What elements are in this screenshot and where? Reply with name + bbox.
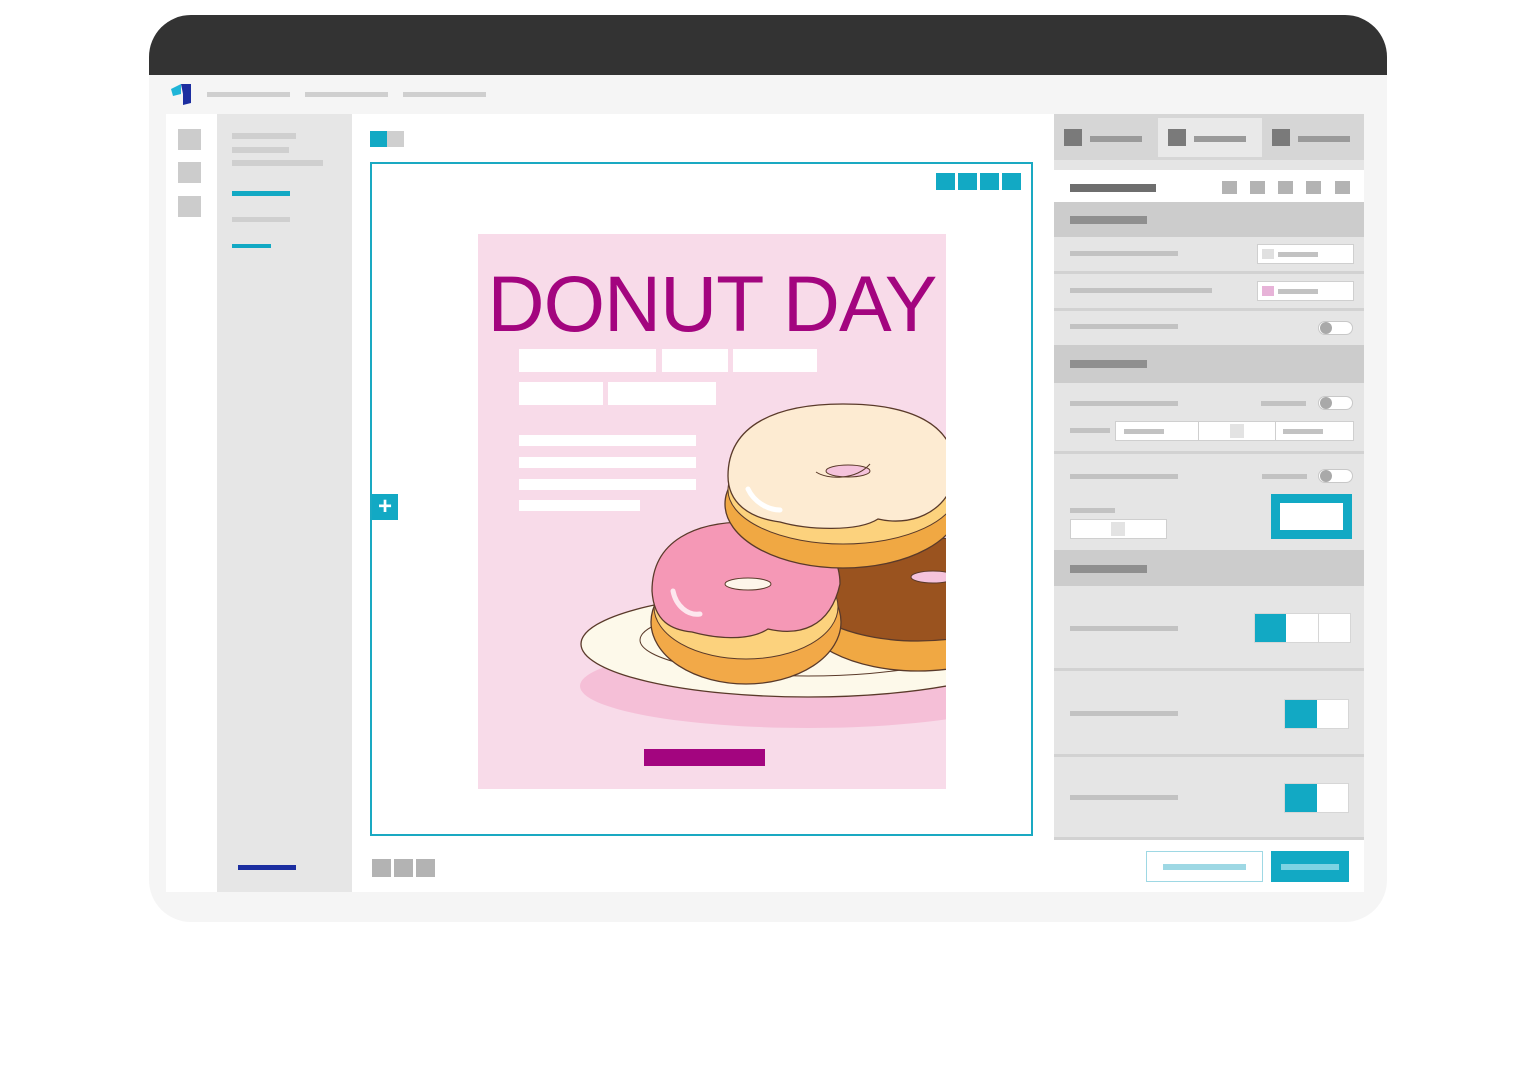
alignment-segmented-control[interactable] [1254,613,1351,643]
row-label [1070,795,1178,800]
size-stepper[interactable] [1070,519,1167,539]
tab-2-active[interactable] [1158,118,1262,157]
nav-line-3 [232,160,323,166]
tab-1[interactable] [1054,118,1158,157]
row-label [1070,474,1178,479]
link-icon[interactable] [1230,424,1244,438]
device-top-bezel [149,15,1387,75]
toolbar-button-1[interactable] [936,173,955,190]
row-value [1261,401,1306,406]
app-window: + DONUT DAY [166,114,1364,892]
color-swatch-2 [1262,286,1274,296]
panel-tool-1[interactable] [1222,181,1237,194]
menu-item-2[interactable] [305,92,388,97]
divider [1054,308,1364,311]
panel-tool-3[interactable] [1278,181,1293,194]
rail-icon-2[interactable] [178,162,201,183]
nav-line-2 [232,147,289,153]
canvas-footer-controls [372,859,435,877]
menu-item-1[interactable] [207,92,290,97]
divider [1054,451,1364,454]
panel-footer [1036,840,1364,892]
tab-2-label [1194,136,1246,142]
row-label [1070,508,1115,513]
canvas-toolbar [936,173,1022,190]
menu-item-3[interactable] [403,92,486,97]
color-field-2[interactable] [1257,281,1354,301]
row-label [1070,288,1212,293]
panel-tool-4[interactable] [1306,181,1321,194]
donuts-illustration [580,403,946,728]
row-label [1070,251,1178,256]
nav-footer-link[interactable] [238,865,296,870]
poster-cta-button[interactable] [644,749,765,766]
tab-3-label [1298,136,1350,142]
primary-button[interactable] [1271,851,1349,882]
panel-tool-5[interactable] [1335,181,1350,194]
toggle-switch[interactable] [1318,469,1353,483]
color-field-1[interactable] [1257,244,1354,264]
row-label [1070,626,1178,631]
tab-bar [1054,114,1364,160]
row-value [1262,474,1307,479]
nav-item-active[interactable] [232,191,290,196]
secondary-nav [217,114,352,892]
nav-item[interactable] [232,217,290,222]
tab-3[interactable] [1262,118,1366,157]
panel-tool-2[interactable] [1250,181,1265,194]
section-header-3[interactable] [1054,550,1364,586]
toggle-switch[interactable] [1318,396,1353,410]
rail-icon-3[interactable] [178,196,201,217]
divider [1054,271,1364,274]
app-logo-icon[interactable] [169,83,193,107]
secondary-button[interactable] [1146,851,1263,882]
footer-button-1[interactable] [372,859,391,877]
rail-icon-1[interactable] [178,129,201,150]
section-header-2[interactable] [1054,345,1364,383]
view-toggle[interactable] [370,131,404,147]
divider [1054,754,1364,757]
section-header-1[interactable] [1054,202,1364,237]
device-frame: + DONUT DAY [149,15,1387,922]
divider [1054,668,1364,671]
panel-toolbar-title [1070,184,1156,192]
poster[interactable]: DONUT DAY [478,234,946,789]
nav-item-accent[interactable] [232,244,271,248]
row-label [1070,401,1178,406]
selected-color-swatch[interactable] [1271,494,1352,539]
toggle-switch[interactable] [1318,321,1353,335]
binary-segmented-control-2[interactable] [1284,783,1349,813]
tab-1-icon [1064,129,1082,146]
toolbar-button-3[interactable] [980,173,999,190]
add-block-button[interactable]: + [372,494,398,520]
color-swatch-1 [1262,249,1274,259]
tab-2-icon [1168,129,1186,146]
footer-button-2[interactable] [394,859,413,877]
toolbar-button-2[interactable] [958,173,977,190]
properties-panel [1036,114,1364,892]
dimension-inputs[interactable] [1115,421,1354,441]
footer-button-3[interactable] [416,859,435,877]
row-label [1070,428,1110,433]
row-label [1070,711,1178,716]
toolbar-button-4[interactable] [1002,173,1021,190]
nav-line-1 [232,133,296,139]
tab-1-label [1090,136,1142,142]
panel-toolbar [1054,170,1364,202]
canvas-frame[interactable]: + DONUT DAY [370,162,1033,836]
binary-segmented-control-1[interactable] [1284,699,1349,729]
row-label [1070,324,1178,329]
plus-icon: + [377,493,392,520]
tab-3-icon [1272,129,1290,146]
